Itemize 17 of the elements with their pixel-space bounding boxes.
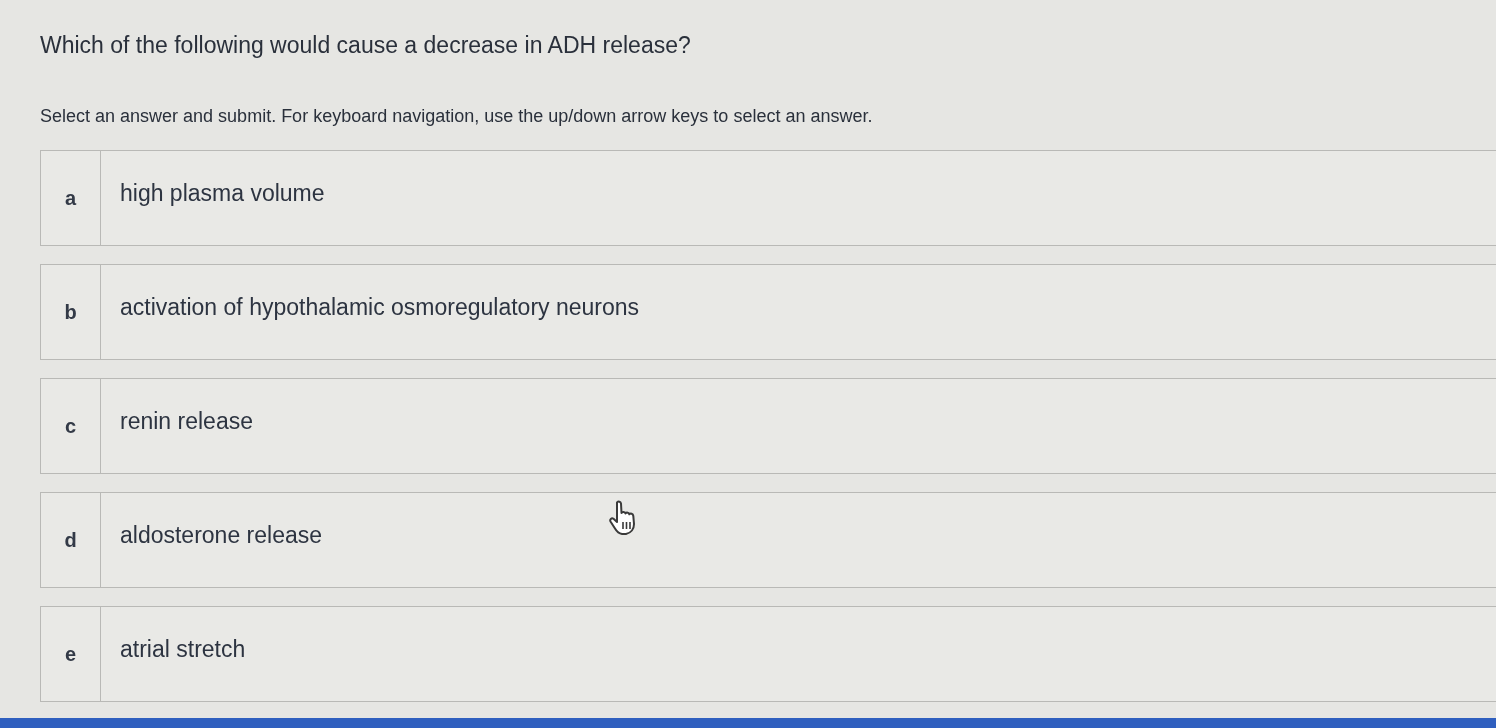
- answer-option[interactable]: e atrial stretch: [40, 606, 1496, 702]
- answer-option[interactable]: b activation of hypothalamic osmoregulatory neurons: [40, 264, 1496, 360]
- instructions-text: Select an answer and submit. For keyboard navigation, use the up/down arrow keys to select an answer.: [40, 105, 874, 128]
- option-letter: c: [64, 414, 77, 439]
- option-letter: a: [64, 186, 77, 211]
- answer-option[interactable]: a high plasma volume: [40, 150, 1496, 246]
- option-letter: d: [64, 528, 77, 553]
- option-text: renin release: [120, 406, 253, 436]
- answer-option[interactable]: c renin release: [40, 378, 1496, 474]
- answer-option[interactable]: d aldosterone release: [40, 492, 1496, 588]
- question-text: Which of the following would cause a decrease in ADH release?: [40, 31, 692, 60]
- option-text: activation of hypothalamic osmoregulatory neurons: [120, 292, 640, 322]
- option-text: atrial stretch: [120, 634, 246, 664]
- option-letter: e: [64, 642, 77, 667]
- option-text: aldosterone release: [120, 520, 323, 550]
- option-text: high plasma volume: [120, 178, 325, 208]
- option-letter: b: [64, 300, 77, 325]
